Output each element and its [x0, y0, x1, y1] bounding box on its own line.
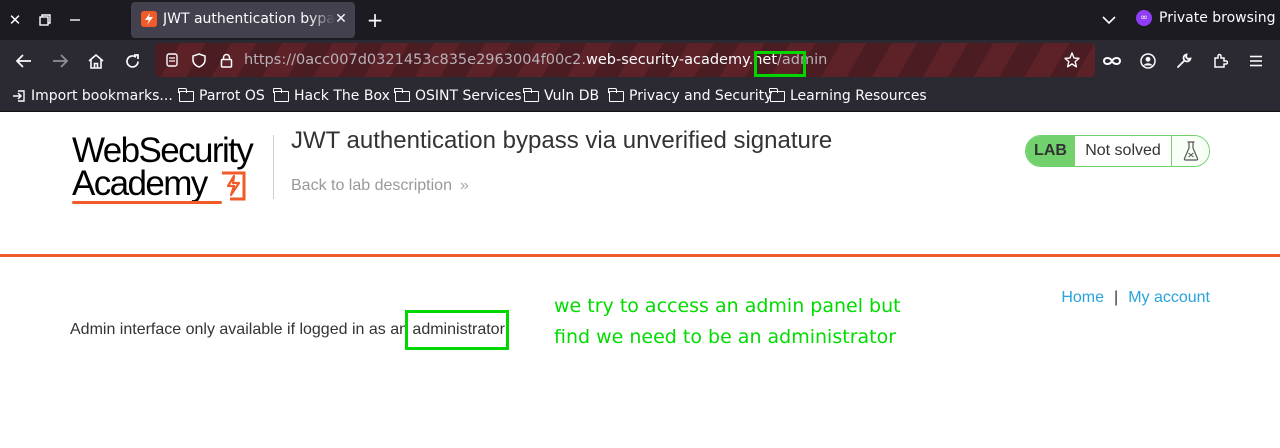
- url-text[interactable]: https://0acc007d0321453c835e2963004f00c2…: [244, 52, 827, 68]
- bookmark-label: Privacy and Security: [629, 88, 773, 104]
- url-subdomain: 0acc007d0321453c835e2963004f00c2.: [295, 52, 587, 68]
- reload-icon[interactable]: [120, 49, 144, 73]
- minimize-window-icon[interactable]: [63, 8, 87, 32]
- navigation-toolbar: https://0acc007d0321453c835e2963004f00c2…: [0, 40, 1280, 82]
- bookmark-label: Vuln DB: [544, 88, 600, 104]
- bookmark-label: OSINT Services: [415, 88, 522, 104]
- double-chevron-right-icon: »: [459, 177, 469, 194]
- url-path-highlight-box: [754, 51, 806, 77]
- forward-icon[interactable]: [48, 49, 72, 73]
- lock-icon[interactable]: [217, 52, 235, 68]
- bookmark-folder-privacy-and-security[interactable]: Privacy and Security: [608, 87, 773, 104]
- home-icon[interactable]: [84, 49, 108, 73]
- restore-window-icon[interactable]: [33, 8, 57, 32]
- menu-icon[interactable]: [1244, 49, 1268, 73]
- bookmark-label: Hack The Box: [294, 88, 390, 104]
- folder-icon: [608, 87, 624, 102]
- administrator-highlight-box: [405, 310, 509, 350]
- close-window-icon[interactable]: ✕: [3, 8, 27, 32]
- web-security-academy-logo[interactable]: WebSecurity Academy: [72, 133, 272, 205]
- bookmark-folder-vuln-db[interactable]: Vuln DB: [523, 87, 600, 104]
- home-link[interactable]: Home: [1061, 289, 1104, 307]
- import-icon: [13, 90, 25, 102]
- folder-icon: [394, 87, 410, 102]
- bookmark-star-icon[interactable]: [1063, 52, 1081, 68]
- private-browsing-label: Private browsing: [1159, 10, 1276, 26]
- logo-underline: [72, 201, 222, 204]
- lab-status-widget: LAB Not solved: [1025, 135, 1210, 167]
- bookmarks-toolbar: Import bookmarks... Parrot OS Hack The B…: [0, 82, 1280, 112]
- wrench-icon[interactable]: [1172, 49, 1196, 73]
- bookmark-label: Import bookmarks...: [31, 88, 173, 104]
- shield-icon[interactable]: [190, 52, 208, 68]
- folder-icon: [178, 87, 194, 102]
- active-tab[interactable]: JWT authentication bypass via unverified…: [131, 2, 355, 38]
- list-all-tabs-icon[interactable]: [1097, 8, 1121, 32]
- account-navigation: Home | My account: [1061, 289, 1210, 307]
- account-icon[interactable]: [1136, 49, 1160, 73]
- annotation-line-1: we try to access an admin panel but: [554, 295, 901, 317]
- back-link-label: Back to lab description: [291, 177, 452, 194]
- bookmark-folder-hack-the-box[interactable]: Hack The Box: [273, 87, 390, 104]
- private-browsing-indicator: ∞ Private browsing: [1136, 10, 1276, 26]
- bookmark-folder-learning-resources[interactable]: Learning Resources: [769, 87, 927, 104]
- tab-close-icon[interactable]: ✕: [331, 9, 351, 29]
- portswigger-favicon-icon: [141, 11, 157, 27]
- bookmark-label: Parrot OS: [199, 88, 265, 104]
- url-domain: web-security-academy.net: [586, 52, 778, 68]
- page-content: WebSecurity Academy JWT authentication b…: [0, 113, 1280, 448]
- lab-badge: LAB: [1026, 136, 1075, 166]
- my-account-link[interactable]: My account: [1128, 289, 1210, 307]
- back-to-lab-description-link[interactable]: Back to lab description »: [291, 177, 469, 195]
- annotation-line-2: find we need to be an administrator: [554, 326, 897, 348]
- bookmark-import[interactable]: Import bookmarks...: [12, 88, 173, 104]
- private-mask-icon: ∞: [1136, 10, 1152, 26]
- extensions-icon[interactable]: [1208, 49, 1232, 73]
- private-mask-toolbar-icon[interactable]: [1100, 49, 1124, 73]
- lab-title: JWT authentication bypass via unverified…: [291, 127, 833, 154]
- folder-icon: [769, 87, 785, 102]
- tracking-icon[interactable]: [163, 52, 181, 68]
- tab-bar: ✕ JWT authentication bypass via unverifi…: [0, 0, 1280, 40]
- bookmark-folder-parrot-os[interactable]: Parrot OS: [178, 87, 265, 104]
- header-separator: [0, 254, 1280, 257]
- tab-title: JWT authentication bypass via unverified…: [163, 11, 335, 27]
- logo-line-2: Academy: [72, 164, 208, 203]
- bookmark-label: Learning Resources: [790, 88, 927, 104]
- nav-separator: |: [1114, 289, 1119, 306]
- new-tab-icon[interactable]: +: [363, 8, 387, 32]
- bookmark-folder-osint-services[interactable]: OSINT Services: [394, 87, 522, 104]
- back-icon[interactable]: [12, 49, 36, 73]
- flask-icon: [1172, 136, 1209, 166]
- header-divider: [273, 135, 274, 199]
- url-bar[interactable]: https://0acc007d0321453c835e2963004f00c2…: [155, 43, 1095, 77]
- annotation-note: we try to access an admin panel but find…: [554, 291, 901, 353]
- folder-icon: [523, 87, 539, 102]
- folder-icon: [273, 87, 289, 102]
- lab-status-text: Not solved: [1075, 136, 1172, 166]
- url-scheme: https://: [244, 52, 296, 68]
- logo-lightning-icon: [222, 171, 246, 201]
